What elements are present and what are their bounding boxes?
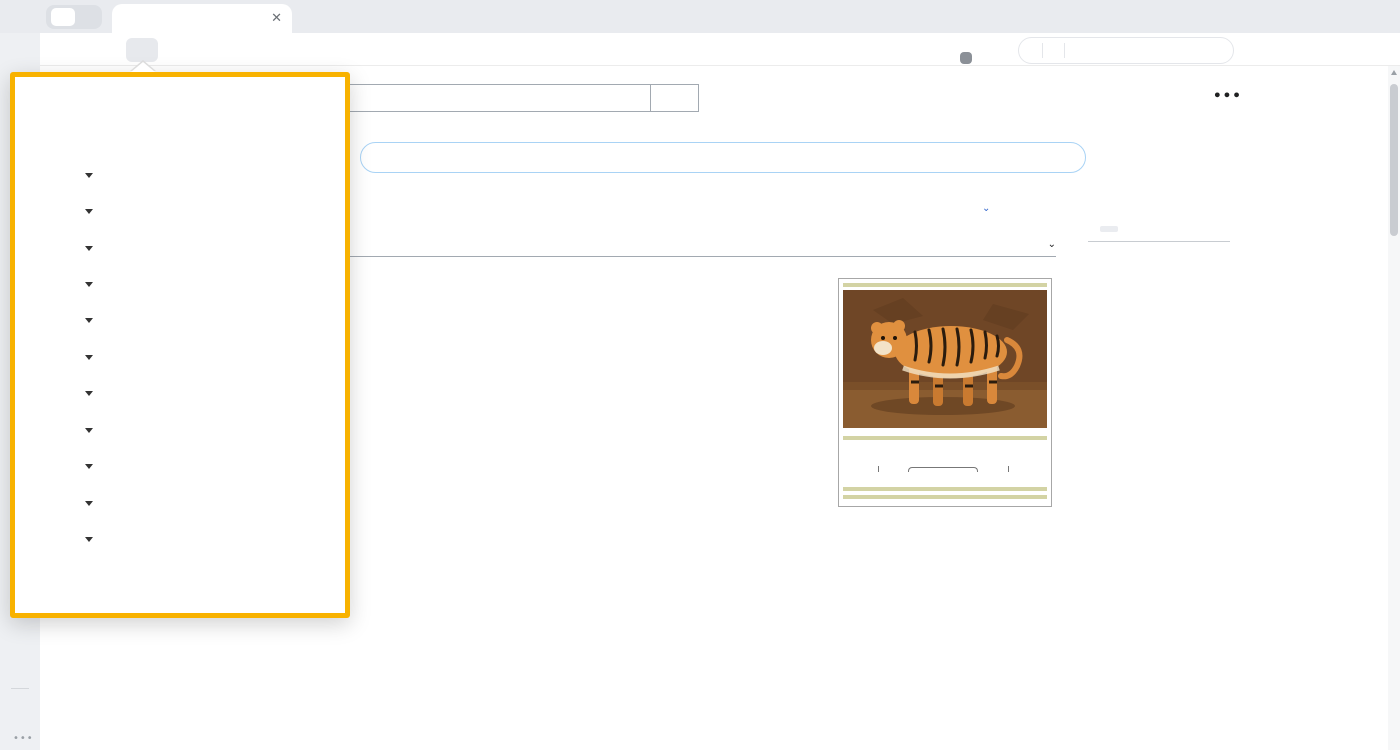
wiki-search-button[interactable]	[650, 84, 699, 112]
browser-window: ✕ •••	[0, 0, 1400, 750]
chevron-down-icon[interactable]	[85, 209, 93, 214]
user-menu-icon[interactable]: •••	[1213, 88, 1242, 104]
notifications-blocked-icon	[31, 273, 51, 293]
permission-row	[31, 454, 93, 476]
microphone-icon	[31, 237, 51, 257]
language-selector[interactable]: ⌄	[972, 203, 990, 214]
divider	[1064, 43, 1065, 58]
permission-row	[31, 345, 93, 367]
images-icon	[31, 346, 51, 366]
chevron-down-icon[interactable]	[85, 246, 93, 251]
sidebar-divider	[11, 688, 29, 689]
chevron-down-icon[interactable]	[85, 428, 93, 433]
scroll-up-arrow[interactable]	[1391, 70, 1397, 75]
tab-bar: ✕	[0, 0, 1400, 33]
camera-icon	[31, 200, 51, 220]
site-permissions-button[interactable]	[126, 38, 158, 62]
image-caption	[843, 428, 1047, 436]
tiger-image[interactable]	[843, 290, 1047, 428]
javascript-icon	[31, 309, 51, 329]
permission-row	[31, 272, 93, 294]
sidebar-more-icon[interactable]: •••	[13, 733, 34, 744]
permission-row	[31, 491, 93, 513]
cookie-icon	[31, 123, 51, 143]
appearance-panel	[1088, 226, 1230, 242]
site-permissions-popup	[10, 72, 350, 618]
browser-tab[interactable]: ✕	[112, 4, 292, 33]
scrollbar-thumb[interactable]	[1390, 84, 1398, 236]
share-badge	[960, 52, 972, 64]
permission-row	[31, 163, 93, 185]
chevron-down-icon[interactable]	[85, 318, 93, 323]
page-tools-group	[1018, 37, 1234, 64]
auto-download-icon	[31, 455, 51, 475]
permission-row	[31, 236, 93, 258]
midi-icon	[31, 492, 51, 512]
telegram-banner	[360, 142, 1086, 173]
taxobox	[838, 278, 1052, 507]
close-tab-icon[interactable]: ✕	[271, 11, 282, 26]
chevron-down-icon[interactable]	[85, 391, 93, 396]
permission-row	[31, 381, 93, 403]
binomial-header	[843, 495, 1047, 499]
tab-group-counter[interactable]	[46, 5, 102, 29]
chevron-down-icon[interactable]	[85, 355, 93, 360]
cookies-row[interactable]	[31, 122, 63, 144]
hide-appearance-button[interactable]	[1100, 226, 1118, 232]
protected-mode-icon	[31, 528, 51, 548]
chevron-down-icon[interactable]	[85, 501, 93, 506]
background-sync-icon	[31, 419, 51, 439]
chevron-down-icon: ⌄	[982, 203, 990, 214]
infobox-title	[843, 283, 1047, 287]
popups-icon	[31, 382, 51, 402]
tab-count	[51, 8, 75, 26]
tab-tools[interactable]: ⌄	[1048, 236, 1056, 251]
iucn-scale-labels	[843, 443, 1047, 473]
permission-row	[31, 418, 93, 440]
permission-row	[31, 527, 93, 549]
popup-pointer	[131, 62, 155, 72]
status-header	[843, 436, 1047, 440]
chevron-down-icon[interactable]	[85, 282, 93, 287]
taxonomy-header	[843, 487, 1047, 491]
permission-row	[31, 199, 93, 221]
location-icon	[31, 164, 51, 184]
tabs-underline	[296, 256, 1056, 257]
chevron-down-icon[interactable]	[85, 464, 93, 469]
status-line	[843, 479, 1047, 487]
permission-row	[31, 308, 93, 330]
chevron-down-icon[interactable]	[85, 537, 93, 542]
divider	[1042, 43, 1043, 58]
chevron-down-icon[interactable]	[85, 173, 93, 178]
